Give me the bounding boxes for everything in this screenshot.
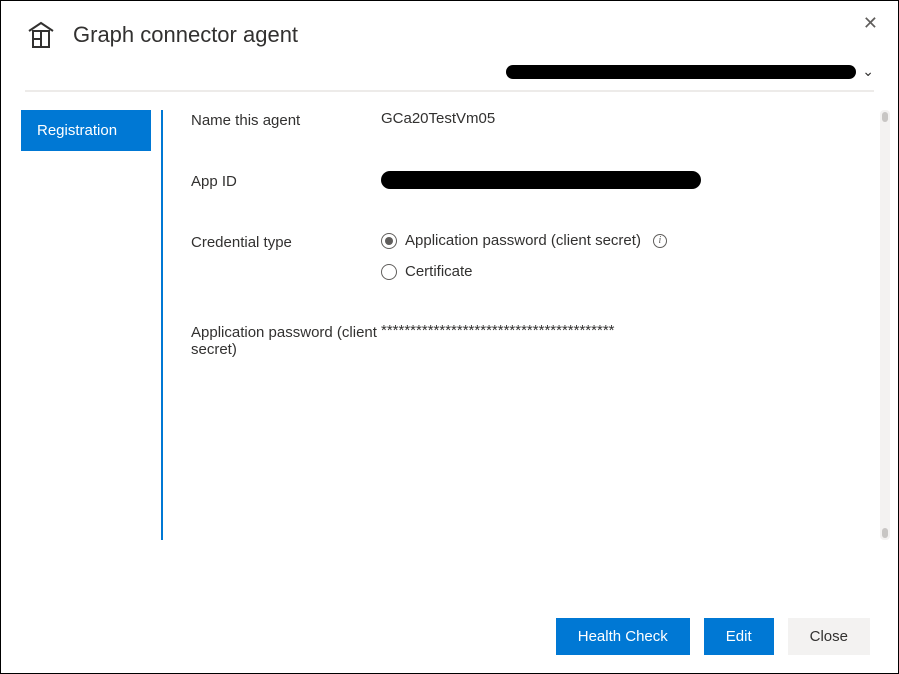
label-app-password: Application password (client secret) <box>191 322 381 358</box>
label-app-id: App ID <box>191 171 381 190</box>
account-name-redacted <box>506 65 856 79</box>
header-divider <box>25 90 874 92</box>
radio-app-password[interactable]: Application password (client secret) i <box>381 232 868 249</box>
scroll-down-icon[interactable] <box>882 528 888 538</box>
value-app-id <box>381 171 868 189</box>
app-logo-icon <box>25 19 57 51</box>
radio-indicator-unchecked-icon <box>381 264 397 280</box>
scroll-up-icon[interactable] <box>882 112 888 122</box>
close-icon[interactable]: ✕ <box>863 13 878 34</box>
value-agent-name: GCa20TestVm05 <box>381 110 868 127</box>
health-check-button[interactable]: Health Check <box>556 618 690 655</box>
app-id-redacted <box>381 171 701 189</box>
main-area: Registration Name this agent GCa20TestVm… <box>1 110 898 540</box>
radio-indicator-checked-icon <box>381 233 397 249</box>
dialog-footer: Health Check Edit Close <box>556 618 870 655</box>
radio-label-certificate: Certificate <box>405 263 473 280</box>
sidebar: Registration <box>1 110 161 540</box>
value-app-password: **************************************** <box>381 322 868 339</box>
label-credential-type: Credential type <box>191 232 381 251</box>
chevron-down-icon[interactable]: ⌄ <box>862 63 874 80</box>
edit-button[interactable]: Edit <box>704 618 774 655</box>
label-agent-name: Name this agent <box>191 110 381 129</box>
info-icon[interactable]: i <box>653 234 667 248</box>
scrollbar[interactable] <box>880 110 890 540</box>
credential-type-radiogroup: Application password (client secret) i C… <box>381 232 868 280</box>
content-panel: Name this agent GCa20TestVm05 App ID Cre… <box>161 110 898 540</box>
radio-label-app-password: Application password (client secret) <box>405 232 641 249</box>
close-button[interactable]: Close <box>788 618 870 655</box>
account-picker[interactable]: ⌄ <box>1 63 898 90</box>
tab-registration[interactable]: Registration <box>21 110 151 151</box>
dialog-title: Graph connector agent <box>73 22 298 48</box>
radio-certificate[interactable]: Certificate <box>381 263 868 280</box>
dialog-header: Graph connector agent ✕ <box>1 1 898 63</box>
